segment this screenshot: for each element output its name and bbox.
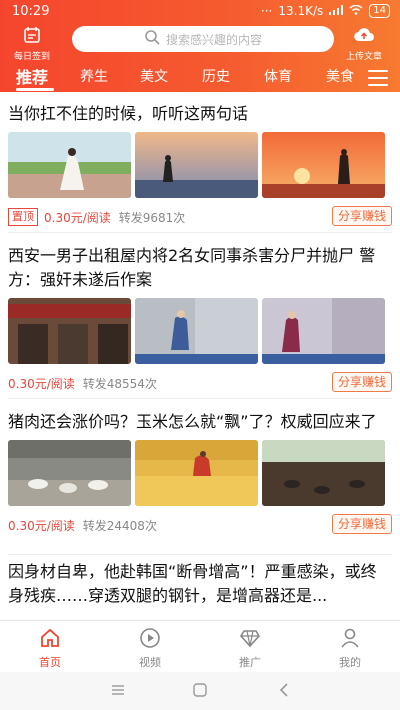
signin-label: 每日签到 <box>13 52 50 62</box>
status-bar: 10:29 ··· 13.1K/s 14 <box>0 0 400 24</box>
article-thumbnails <box>8 440 392 506</box>
category-tabs: 推荐 养生 美文 历史 体育 美食 <box>0 62 400 92</box>
article-item[interactable]: 因身材自卑，他赴韩国“断骨增高”！严重感染，或终身残疾……穿透双腿的钢针，是增高… <box>8 560 392 608</box>
article-meta: 0.30元/阅读 转发24408次 分享赚钱 <box>8 514 392 536</box>
nav-promote[interactable]: 推广 <box>220 627 280 670</box>
diamond-icon <box>239 630 261 652</box>
article-thumbnails <box>8 298 392 364</box>
wifi-icon <box>349 4 363 18</box>
divider <box>8 232 392 233</box>
nav-home-label: 首页 <box>39 656 61 669</box>
article-item[interactable]: 西安一男子出租屋内将2名女同事杀害分尸并抛尸 警方：强奸未遂后作案 0.30元/… <box>8 244 392 394</box>
thumbnail-image <box>262 132 385 198</box>
upload-label: 上传文章 <box>345 52 382 62</box>
home-icon <box>39 628 61 652</box>
share-count: 转发48554次 <box>82 376 157 391</box>
bottom-navigation: 首页 视频 推广 我的 <box>0 620 400 672</box>
article-title: 西安一男子出租屋内将2名女同事杀害分尸并抛尸 警方：强奸未遂后作案 <box>8 246 376 289</box>
share-count: 转发24408次 <box>82 518 157 533</box>
menu-icon[interactable] <box>368 70 388 86</box>
divider <box>8 554 392 555</box>
read-price: 0.30元/阅读 <box>44 210 111 225</box>
thumbnail-image <box>135 298 258 364</box>
tab-history[interactable]: 历史 <box>202 66 230 86</box>
active-tab-indicator <box>16 88 54 91</box>
system-navigation-bar <box>0 672 400 710</box>
signal-icon <box>329 4 344 18</box>
user-icon <box>339 628 361 652</box>
battery-indicator: 14 <box>369 4 390 18</box>
thumbnail-image <box>8 440 131 506</box>
cloud-upload-icon <box>353 28 375 48</box>
thumbnail-image <box>135 132 258 198</box>
nav-promote-label: 推广 <box>239 656 261 669</box>
tab-health[interactable]: 养生 <box>80 66 108 86</box>
status-indicators: ··· 13.1K/s 14 <box>261 4 390 18</box>
article-item[interactable]: 当你扛不住的时候，听听这两句话 置顶 0.30元/阅读 转发9681次 分享赚钱 <box>8 102 392 228</box>
share-count: 转发9681次 <box>118 210 186 225</box>
thumbnail-image <box>8 132 131 198</box>
search-icon <box>144 29 160 49</box>
calendar-icon <box>23 27 41 48</box>
article-item[interactable]: 猪肉还会涨价吗？玉米怎么就“飘”了？权威回应来了 0.30元/阅读 转发2440… <box>8 410 392 536</box>
status-dots: ··· <box>260 4 273 18</box>
article-meta: 0.30元/阅读 转发48554次 分享赚钱 <box>8 372 392 394</box>
thumbnail-image <box>8 298 131 364</box>
daily-signin-button[interactable]: 每日签到 <box>10 26 54 62</box>
thumbnail-image <box>135 440 258 506</box>
menu-icon[interactable] <box>110 682 126 702</box>
share-earn-button[interactable]: 分享赚钱 <box>331 514 392 534</box>
tab-essay[interactable]: 美文 <box>140 66 168 86</box>
nav-video-label: 视频 <box>139 656 161 669</box>
article-thumbnails <box>8 132 392 198</box>
tab-recommend[interactable]: 推荐 <box>16 64 48 88</box>
network-speed: 13.1K/s <box>278 4 324 18</box>
app-header: 10:29 ··· 13.1K/s 14 每日签到 搜索感兴趣的内容 上传文章 <box>0 0 400 92</box>
nav-home[interactable]: 首页 <box>20 627 80 670</box>
share-earn-button[interactable]: 分享赚钱 <box>331 206 392 226</box>
article-title: 猪肉还会涨价吗？玉米怎么就“飘”了？权威回应来了 <box>8 412 377 431</box>
tab-food[interactable]: 美食 <box>326 66 354 86</box>
search-placeholder: 搜索感兴趣的内容 <box>165 32 262 47</box>
pinned-badge: 置顶 <box>8 208 38 226</box>
thumbnail-image <box>262 440 385 506</box>
read-price: 0.30元/阅读 <box>8 518 75 533</box>
nav-video[interactable]: 视频 <box>120 627 180 670</box>
status-time: 10:29 <box>12 4 50 19</box>
tab-sports[interactable]: 体育 <box>264 66 292 86</box>
nav-profile-label: 我的 <box>339 656 361 669</box>
divider <box>8 398 392 399</box>
article-feed: 当你扛不住的时候，听听这两句话 置顶 0.30元/阅读 转发9681次 分享赚钱… <box>0 92 400 620</box>
search-bar[interactable]: 搜索感兴趣的内容 <box>72 26 334 52</box>
nav-profile[interactable]: 我的 <box>320 627 380 670</box>
read-price: 0.30元/阅读 <box>8 376 75 391</box>
article-title: 当你扛不住的时候，听听这两句话 <box>8 104 249 123</box>
back-icon[interactable] <box>276 682 292 702</box>
article-title: 因身材自卑，他赴韩国“断骨增高”！严重感染，或终身残疾……穿透双腿的钢针，是增高… <box>8 562 377 605</box>
upload-article-button[interactable]: 上传文章 <box>338 26 390 62</box>
thumbnail-image <box>262 298 385 364</box>
share-earn-button[interactable]: 分享赚钱 <box>331 372 392 392</box>
play-icon <box>139 628 161 652</box>
home-square-icon[interactable] <box>192 682 208 702</box>
article-meta: 置顶 0.30元/阅读 转发9681次 分享赚钱 <box>8 206 392 228</box>
